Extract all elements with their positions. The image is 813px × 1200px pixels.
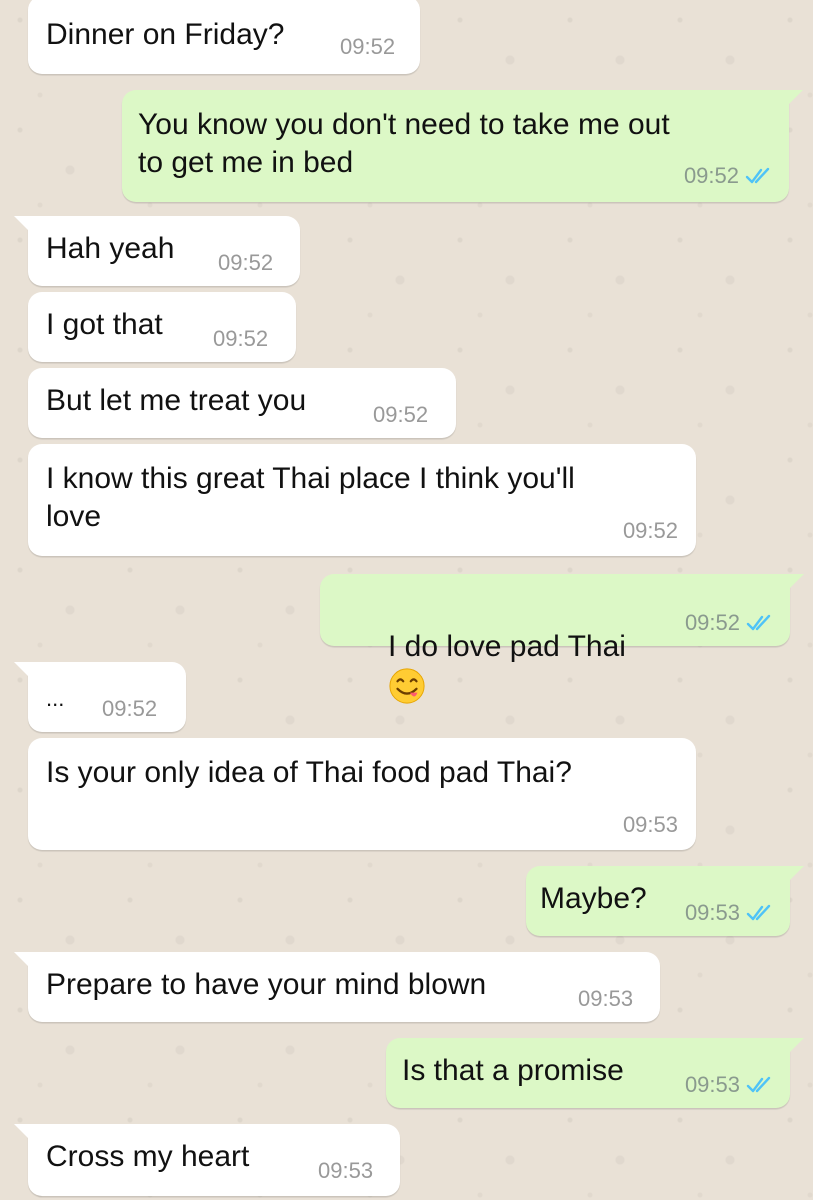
- message-bubble-incoming[interactable]: ... 09:52: [14, 662, 186, 732]
- message-text: Dinner on Friday?: [46, 18, 285, 51]
- message-text: Maybe?: [540, 882, 647, 915]
- message-text-content: I do love pad Thai: [388, 630, 626, 663]
- message-text: You know you don't need to take me out t…: [138, 108, 670, 179]
- message-time: 09:53: [318, 1158, 374, 1183]
- message-time: 09:53: [684, 1072, 740, 1097]
- message-bubble-incoming[interactable]: I got that 09:52: [28, 292, 296, 362]
- message-time: 09:52: [683, 163, 739, 188]
- message-meta: 09:52: [623, 518, 678, 544]
- read-ticks-icon: [746, 1076, 771, 1093]
- message-bubble-incoming[interactable]: I know this great Thai place I think you…: [28, 444, 696, 556]
- message-time: 09:52: [684, 610, 740, 635]
- message-time: 09:52: [373, 402, 429, 427]
- message-text: Cross my heart: [46, 1140, 250, 1173]
- message-meta: 09:52: [102, 696, 157, 722]
- message-meta: 09:53: [578, 986, 633, 1012]
- message-meta: 09:52: [340, 34, 395, 60]
- message-meta: 09:53: [318, 1158, 373, 1184]
- message-bubble-incoming[interactable]: Prepare to have your mind blown 09:53: [14, 952, 660, 1022]
- message-time: 09:53: [684, 900, 740, 925]
- message-text: I know this great Thai place I think you…: [46, 462, 575, 533]
- message-time: 09:52: [213, 326, 269, 351]
- message-bubble-incoming[interactable]: Is your only idea of Thai food pad Thai?…: [28, 738, 696, 850]
- message-text: I got that: [46, 308, 163, 341]
- message-time: 09:52: [622, 518, 678, 543]
- message-meta: 09:53: [685, 900, 776, 926]
- message-text: Hah yeah: [46, 232, 175, 265]
- message-bubble-incoming[interactable]: Cross my heart 09:53: [14, 1124, 400, 1196]
- message-bubble-outgoing[interactable]: Maybe? 09:53: [526, 866, 804, 936]
- read-ticks-icon: [745, 167, 770, 184]
- message-meta: 09:52: [213, 326, 268, 352]
- message-bubble-incoming[interactable]: Dinner on Friday? 09:52: [28, 0, 420, 74]
- message-time: 09:53: [622, 812, 678, 837]
- message-bubble-outgoing[interactable]: I do love pad Thai 09:52: [320, 574, 804, 704]
- message-bubble-outgoing[interactable]: You know you don't need to take me out t…: [122, 90, 803, 202]
- yum-face-emoji-icon: [389, 668, 425, 704]
- message-bubble-incoming[interactable]: Hah yeah 09:52: [14, 216, 300, 286]
- message-meta: 09:52: [684, 163, 775, 189]
- chat-conversation[interactable]: Dinner on Friday? 09:52 You know you don…: [0, 0, 813, 1200]
- read-ticks-icon: [746, 614, 771, 631]
- message-text: ...: [46, 686, 65, 711]
- message-bubble-outgoing[interactable]: Is that a promise 09:53: [386, 1038, 804, 1108]
- message-text: Is your only idea of Thai food pad Thai?: [46, 756, 572, 789]
- message-meta: 09:53: [685, 1072, 776, 1098]
- message-bubble-incoming[interactable]: But let me treat you 09:52: [28, 368, 456, 438]
- message-time: 09:52: [218, 250, 274, 275]
- read-ticks-icon: [746, 904, 771, 921]
- message-text: Is that a promise: [402, 1054, 624, 1087]
- message-time: 09:53: [578, 986, 634, 1011]
- message-text: Prepare to have your mind blown: [46, 968, 487, 1001]
- message-time: 09:52: [102, 696, 158, 721]
- message-text: I do love pad Thai: [338, 590, 626, 743]
- message-meta: 09:52: [373, 402, 428, 428]
- message-text: But let me treat you: [46, 384, 307, 417]
- message-time: 09:52: [340, 34, 396, 59]
- message-meta: 09:52: [685, 610, 776, 636]
- message-meta: 09:53: [623, 812, 678, 838]
- message-meta: 09:52: [218, 250, 273, 276]
